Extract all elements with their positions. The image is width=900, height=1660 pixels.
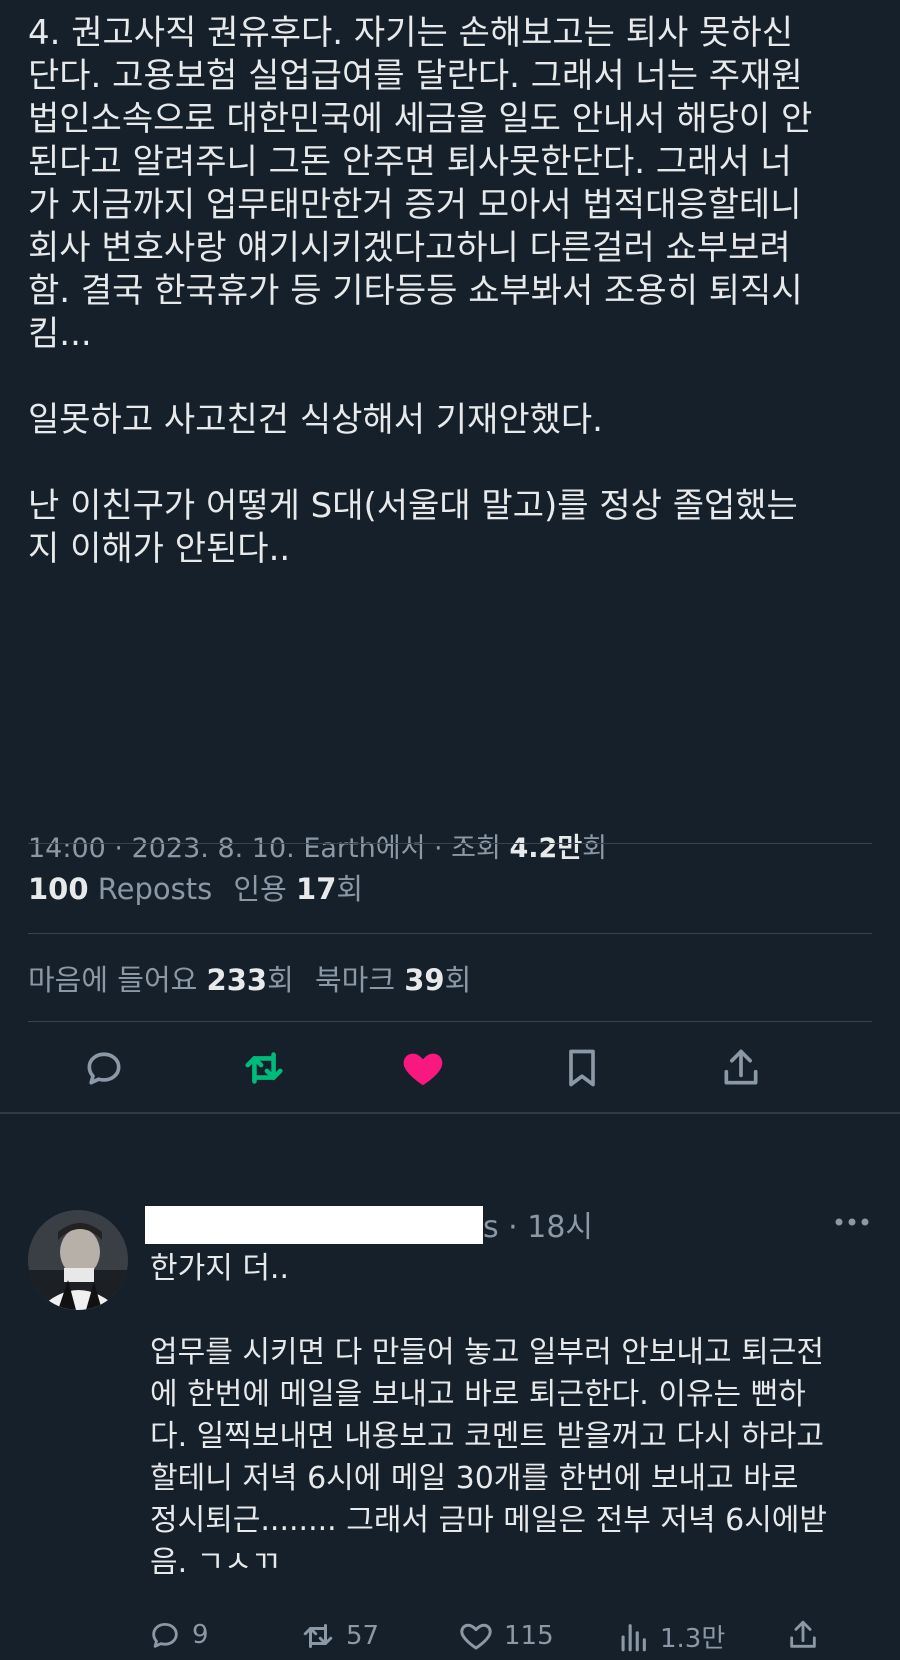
quotes-label: 인용 xyxy=(233,872,287,906)
tweet-meta: 14:00 · 2023. 8. 10. Earth에서 · 조회 4.2만회 xyxy=(28,826,607,865)
views-chart-icon xyxy=(621,1623,646,1651)
tweet-line: 난 이친구가 어떻게 S대(서울대 말고)를 정상 졸업했는 xyxy=(28,486,798,526)
reply-icon xyxy=(152,1622,178,1648)
tweet-line: 4. 권고사직 권유후다. 자기는 손해보고는 퇴사 못하신 xyxy=(28,13,793,53)
tweet-time[interactable]: 14:00 xyxy=(28,833,106,864)
reply-line: 할테니 저녁 6시에 메일 30개를 한번에 보내고 바로 xyxy=(150,1461,799,1496)
divider xyxy=(28,843,872,844)
like-button[interactable] xyxy=(393,1038,453,1098)
tweet-line: 단다. 고용보험 실업급여를 달란다. 그래서 너는 주재원 xyxy=(28,56,803,96)
repost-count: 57 xyxy=(346,1621,380,1651)
view-count: 1.3만 xyxy=(660,1624,726,1654)
bookmark-icon xyxy=(569,1049,595,1087)
reply-line: 음. ㄱㅅㄲ xyxy=(150,1545,280,1580)
share-icon xyxy=(724,1049,758,1085)
reply-line: 한가지 더.. xyxy=(150,1251,290,1286)
separator: · xyxy=(105,833,132,864)
like-count: 115 xyxy=(504,1621,554,1651)
more-horizontal-icon xyxy=(835,1218,869,1226)
tweet-source: Earth에서 xyxy=(303,833,426,864)
avatar-image xyxy=(28,1210,128,1310)
repost-stats: 100 Reposts 인용 17회 xyxy=(28,866,363,908)
reposts-stat[interactable]: 100 Reposts xyxy=(28,872,212,906)
reply-like-button[interactable]: 115 xyxy=(458,1618,554,1654)
tweet-date[interactable]: 2023. 8. 10. xyxy=(132,833,295,864)
tweet-line: 된다고 알려주니 그돈 안주면 퇴사못한단다. 그래서 너 xyxy=(28,142,792,182)
redacted-username xyxy=(145,1206,483,1244)
section-divider xyxy=(0,1112,900,1114)
views-value: 4.2만 xyxy=(509,833,583,864)
bookmark-button[interactable] xyxy=(552,1038,612,1098)
likes-label: 마음에 들어요 xyxy=(28,963,198,997)
repost-button[interactable] xyxy=(234,1038,294,1098)
tweet-text: 4. 권고사직 권유후다. 자기는 손해보고는 퇴사 못하신 단다. 고용보험 … xyxy=(28,12,878,571)
reply-repost-button[interactable]: 57 xyxy=(300,1618,379,1654)
reply-views-button[interactable]: 1.3만 xyxy=(616,1618,725,1655)
tweet-line: 회사 변호사랑 얘기시키겠다고하니 다른걸러 쇼부보려 xyxy=(28,228,791,268)
repost-icon xyxy=(245,1052,283,1084)
views-unit: 회 xyxy=(582,833,607,864)
share-button[interactable] xyxy=(711,1038,771,1098)
reply-avatar[interactable] xyxy=(28,1210,128,1310)
reply-text: 한가지 더.. 업무를 시키면 다 만들어 놓고 일부러 안보내고 퇴근전 에 … xyxy=(150,1248,880,1584)
bookmarks-count: 39 xyxy=(404,963,445,997)
repost-icon xyxy=(303,1624,333,1648)
reply-line: 정시퇴근........ 그래서 금마 메일은 전부 저녁 6시에받 xyxy=(150,1503,827,1538)
bookmarks-label: 북마크 xyxy=(314,963,396,997)
reposts-count: 100 xyxy=(28,872,89,906)
reply-line: 다. 일찍보내면 내용보고 코멘트 받을꺼고 다시 하라고 xyxy=(150,1419,824,1454)
reply-icon xyxy=(87,1052,121,1085)
reply-button[interactable] xyxy=(74,1038,134,1098)
quotes-count: 17 xyxy=(296,872,337,906)
bookmarks-stat[interactable]: 북마크 39회 xyxy=(315,963,471,997)
separator: · xyxy=(425,833,452,864)
reposts-label: Reposts xyxy=(97,872,213,906)
tweet-line: 함. 결국 한국휴가 등 기타등등 쇼부봐서 조용히 퇴직시 xyxy=(28,271,803,311)
likes-stat[interactable]: 마음에 들어요 233회 xyxy=(28,963,294,997)
reply-reply-button[interactable]: 9 xyxy=(148,1618,209,1652)
reply-handle-fragment[interactable]: s xyxy=(483,1210,499,1245)
separator: · xyxy=(498,1210,528,1245)
heart-icon xyxy=(403,1053,443,1086)
reply-share-button[interactable] xyxy=(786,1618,830,1652)
tweet-line: 가 지금까지 업무태만한거 증거 모아서 법적대응할테니 xyxy=(28,185,802,225)
like-stats: 마음에 들어요 233회 북마크 39회 xyxy=(28,957,471,999)
tweet-line: 일못하고 사고친건 식상해서 기재안했다. xyxy=(28,400,603,440)
views-label: 조회 xyxy=(451,833,501,864)
reply-time[interactable]: 18시 xyxy=(527,1210,593,1245)
more-options-button[interactable] xyxy=(832,1210,872,1234)
quotes-unit: 회 xyxy=(336,872,364,906)
likes-count: 233 xyxy=(206,963,268,997)
reply-header: s · 18시 xyxy=(483,1202,593,1246)
heart-icon xyxy=(460,1623,492,1650)
likes-unit: 회 xyxy=(267,963,294,997)
divider xyxy=(28,933,872,934)
reply-line: 업무를 시키면 다 만들어 놓고 일부러 안보내고 퇴근전 xyxy=(150,1335,824,1370)
reply-action-bar: 9 57 115 1.3만 xyxy=(0,1618,900,1660)
tweet-action-bar xyxy=(0,1049,900,1170)
tweet-line: 킴... xyxy=(28,314,92,354)
divider xyxy=(28,1021,872,1022)
tweet-line: 법인소속으로 대한민국에 세금을 일도 안내서 해당이 안 xyxy=(28,99,813,139)
quotes-stat[interactable]: 인용 17회 xyxy=(233,872,363,906)
tweet-line: 지 이해가 안된다.. xyxy=(28,529,291,569)
reply-line: 에 한번에 메일을 보내고 바로 퇴근한다. 이유는 뻔하 xyxy=(150,1377,806,1412)
bookmarks-unit: 회 xyxy=(444,963,472,997)
share-icon xyxy=(790,1620,816,1648)
reply-count: 9 xyxy=(192,1620,209,1650)
